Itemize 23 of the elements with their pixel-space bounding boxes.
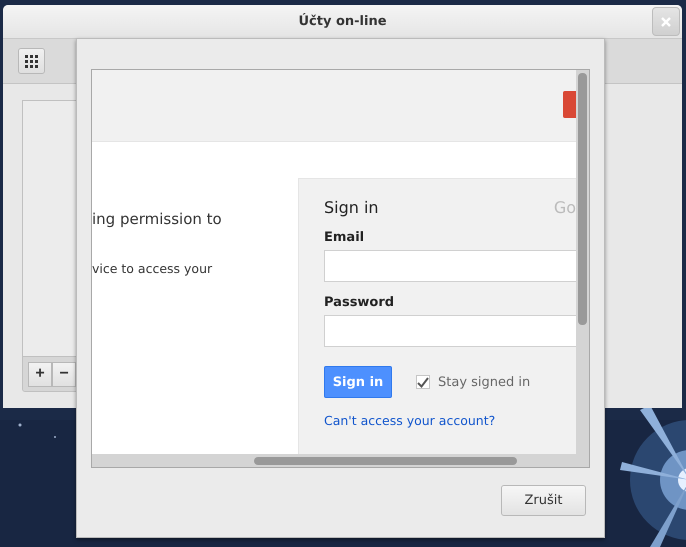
- sign-in-heading: Sign in: [324, 198, 379, 217]
- close-button[interactable]: [652, 7, 680, 36]
- header-button[interactable]: [563, 91, 576, 118]
- intro-text: ing permission to: [92, 210, 223, 228]
- field-label: Email: [324, 230, 366, 245]
- scroll-thumb[interactable]: [578, 73, 587, 325]
- window-title: Účty on-line: [298, 14, 387, 29]
- checkbox-label: Stay signed in: [438, 374, 530, 390]
- cancel-button[interactable]: Zrušit: [501, 485, 586, 516]
- remove-button[interactable]: −: [52, 362, 76, 386]
- checkbox[interactable]: [416, 375, 430, 389]
- intro-text: vice to access your: [92, 261, 214, 276]
- horizontal-scrollbar[interactable]: [92, 454, 576, 467]
- input-field[interactable]: [324, 315, 576, 347]
- input-field[interactable]: [324, 250, 576, 282]
- field-label: Password: [324, 295, 396, 310]
- scroll-thumb[interactable]: [254, 457, 517, 465]
- close-icon: [661, 16, 671, 26]
- vertical-scrollbar[interactable]: [576, 70, 589, 454]
- grid-icon: [25, 54, 38, 68]
- add-button[interactable]: +: [28, 362, 52, 386]
- help-link[interactable]: Can't access your account?: [324, 413, 496, 428]
- apps-button[interactable]: [18, 48, 45, 74]
